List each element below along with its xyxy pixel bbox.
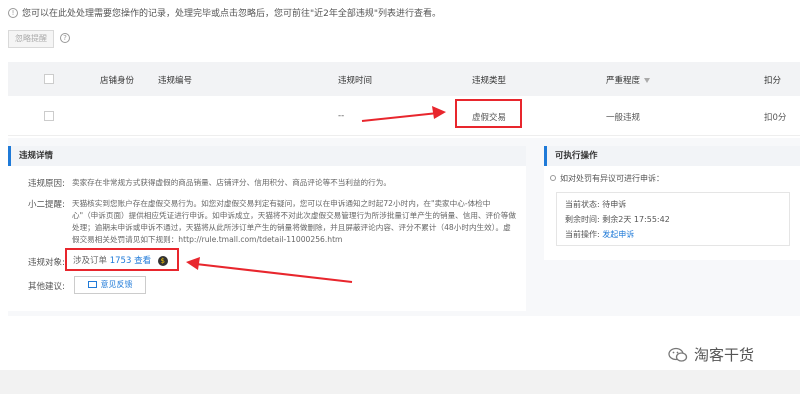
annotation-arrows — [186, 106, 446, 283]
watermark-text: 淘客干货 — [694, 346, 755, 364]
arrow-to-type — [361, 106, 446, 122]
watermark: 淘客干货 — [668, 344, 754, 365]
wechat-icon — [668, 347, 688, 362]
arrow-to-object — [186, 257, 353, 283]
bottom-strip — [0, 370, 800, 394]
